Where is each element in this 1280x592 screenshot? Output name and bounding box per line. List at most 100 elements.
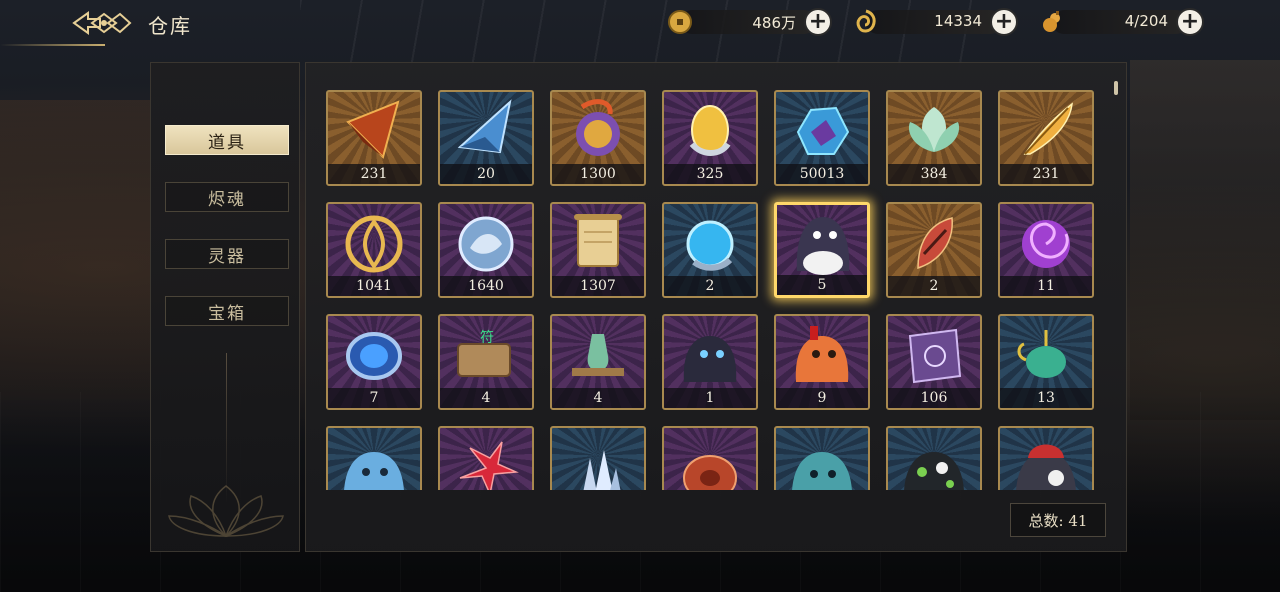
category-ember-soul[interactable]: 烬魂 xyxy=(165,182,289,212)
item-slot[interactable]: 11 xyxy=(998,202,1094,298)
top-bar: 仓库 486万 + 14334 + 4/204 + xyxy=(0,0,1280,46)
item-count: 11 xyxy=(1000,276,1092,296)
item-slot[interactable]: 1041 xyxy=(326,202,422,298)
item-count: 50013 xyxy=(776,164,868,184)
item-count: 106 xyxy=(888,388,980,408)
add-stamina-button[interactable]: + xyxy=(1176,8,1204,36)
item-slot[interactable]: 符4 xyxy=(438,314,534,410)
item-slot[interactable] xyxy=(886,426,982,490)
item-slot[interactable]: 1640 xyxy=(438,202,534,298)
red-feather-icon xyxy=(888,204,980,280)
item-slot[interactable]: 1300 xyxy=(550,90,646,186)
back-arrow-icon xyxy=(72,11,132,35)
item-slot[interactable]: 106 xyxy=(886,314,982,410)
add-coin-button[interactable]: + xyxy=(804,8,832,36)
scrollbar-thumb[interactable] xyxy=(1114,81,1118,95)
spirit-blob-orange-icon xyxy=(776,316,868,392)
item-count: 2 xyxy=(664,276,756,296)
jade-teapot-icon xyxy=(1000,316,1092,392)
item-count: 231 xyxy=(1000,164,1092,184)
item-slot[interactable]: 20 xyxy=(438,90,534,186)
lotus-icon xyxy=(888,92,980,168)
spirit-blob-red-hat-icon xyxy=(1000,428,1092,490)
inventory-panel: 231 20 1300 325 50013 384 231 1041 1640 1307 2 5 2 11… xyxy=(305,62,1127,552)
item-slot[interactable]: 13 xyxy=(998,314,1094,410)
coin-icon xyxy=(666,8,694,36)
item-count: 9 xyxy=(776,388,868,408)
item-slot[interactable]: 4 xyxy=(550,314,646,410)
jade-amount: 14334 xyxy=(934,12,982,30)
item-count: 1300 xyxy=(552,164,644,184)
item-count: 1041 xyxy=(328,276,420,296)
item-slot[interactable]: 7 xyxy=(326,314,422,410)
item-slot[interactable]: 5 xyxy=(774,202,870,298)
item-slot[interactable]: 9 xyxy=(774,314,870,410)
item-count: 20 xyxy=(440,164,532,184)
blue-ore-icon xyxy=(776,92,868,168)
stamina-gourd-icon xyxy=(1038,8,1066,36)
item-count: 231 xyxy=(328,164,420,184)
item-slot[interactable] xyxy=(998,426,1094,490)
spirit-blob-dark-icon xyxy=(664,316,756,392)
item-slot[interactable] xyxy=(662,426,758,490)
tea-set-icon xyxy=(552,316,644,392)
item-count: 4 xyxy=(552,388,644,408)
red-crystal-icon xyxy=(328,92,420,168)
category-props[interactable]: 道具 xyxy=(165,125,289,155)
item-slot[interactable] xyxy=(550,426,646,490)
item-slot[interactable] xyxy=(438,426,534,490)
item-slot[interactable]: 231 xyxy=(998,90,1094,186)
total-count: 总数: 41 xyxy=(1010,503,1106,537)
spirit-blob-teal-icon xyxy=(776,428,868,490)
currency-coin: 486万 + xyxy=(666,8,832,36)
red-flower-icon xyxy=(440,428,532,490)
svg-text:符: 符 xyxy=(480,330,494,346)
item-count: 5 xyxy=(777,275,867,295)
add-jade-button[interactable]: + xyxy=(990,8,1018,36)
jade-icon xyxy=(852,8,880,36)
gold-knot-icon xyxy=(328,204,420,280)
page-title: 仓库 xyxy=(148,14,192,38)
item-count: 384 xyxy=(888,164,980,184)
item-slot[interactable] xyxy=(774,426,870,490)
golden-egg-icon xyxy=(664,92,756,168)
item-slot[interactable]: 2 xyxy=(662,202,758,298)
background-right-decor xyxy=(1130,60,1280,420)
background-left-decor xyxy=(0,100,150,400)
item-count: 7 xyxy=(328,388,420,408)
scroll-icon xyxy=(552,204,644,280)
purple-vortex-icon xyxy=(1000,204,1092,280)
crystal-cluster-icon xyxy=(552,428,644,490)
back-button[interactable] xyxy=(70,8,132,38)
currency-jade: 14334 + xyxy=(852,8,1018,36)
item-slot[interactable]: 384 xyxy=(886,90,982,186)
item-slot[interactable]: 2 xyxy=(886,202,982,298)
item-count: 13 xyxy=(1000,388,1092,408)
item-count: 2 xyxy=(888,276,980,296)
blue-crystal-icon xyxy=(440,92,532,168)
item-count: 4 xyxy=(440,388,532,408)
item-grid: 231 20 1300 325 50013 384 231 1041 1640 1307 2 5 2 11… xyxy=(326,90,1106,490)
title-underline xyxy=(0,44,105,46)
category-panel: 道具 烬魂 灵器 宝箱 xyxy=(150,62,300,552)
item-slot[interactable] xyxy=(326,426,422,490)
category-treasure-chest[interactable]: 宝箱 xyxy=(165,296,289,326)
category-spirit-artifact[interactable]: 灵器 xyxy=(165,239,289,269)
item-count: 1307 xyxy=(552,276,644,296)
red-shell-icon xyxy=(664,428,756,490)
item-count: 325 xyxy=(664,164,756,184)
purple-cloth-icon xyxy=(888,316,980,392)
coin-amount: 486万 xyxy=(752,14,796,32)
silver-medallion-icon xyxy=(440,204,532,280)
spirit-blob-spotted-icon xyxy=(888,428,980,490)
spirit-blob-blue-icon xyxy=(328,428,420,490)
item-count: 1 xyxy=(664,388,756,408)
currency-stamina: 4/204 + xyxy=(1038,8,1204,36)
item-count: 1640 xyxy=(440,276,532,296)
item-slot[interactable]: 1 xyxy=(662,314,758,410)
water-orb-icon xyxy=(664,204,756,280)
item-slot[interactable]: 50013 xyxy=(774,90,870,186)
item-slot[interactable]: 1307 xyxy=(550,202,646,298)
item-slot[interactable]: 231 xyxy=(326,90,422,186)
item-slot[interactable]: 325 xyxy=(662,90,758,186)
